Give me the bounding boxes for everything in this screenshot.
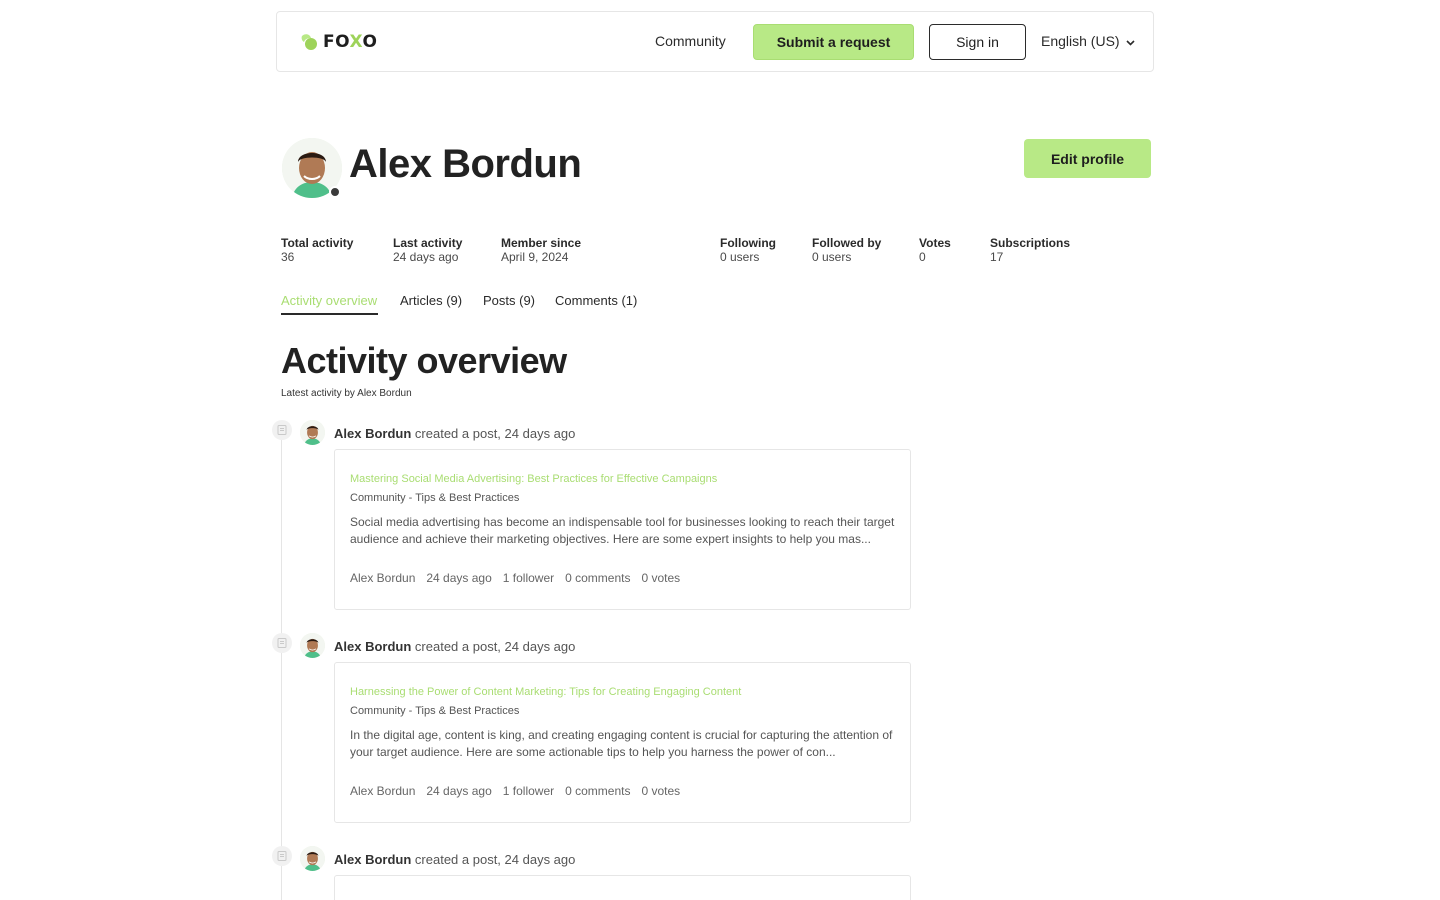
activity-card: Harnessing the Power of Content Marketin…	[334, 662, 911, 823]
active-tab-indicator	[281, 313, 378, 315]
stat-label: Following	[720, 236, 776, 250]
post-author: Alex Bordun	[350, 571, 416, 585]
submit-request-button[interactable]: Submit a request	[753, 24, 914, 60]
document-icon	[272, 633, 292, 653]
activity-card: Mastering Social Media Advertising: Best…	[334, 449, 911, 610]
stat-label: Total activity	[281, 236, 354, 250]
profile-name: Alex Bordun	[349, 142, 582, 186]
tab-comments[interactable]: Comments (1)	[555, 293, 637, 308]
post-followers: 1 follower	[502, 784, 555, 798]
stat-value: 0 users	[720, 250, 760, 264]
activity-author[interactable]: Alex Bordun	[334, 852, 411, 867]
document-icon	[272, 420, 292, 440]
post-category[interactable]: Community - Tips & Best Practices	[350, 492, 519, 504]
activity-action: created a post, 24 days ago	[414, 426, 576, 441]
stat-label: Member since	[501, 236, 582, 250]
stat-value: 0	[919, 250, 926, 264]
timeline-line	[281, 432, 282, 900]
language-selector[interactable]: English (US)	[1041, 33, 1135, 49]
activity-meta: Alex Bordun created a post, 24 days ago	[334, 426, 575, 441]
stat-last-activity: Last activity 24 days ago	[393, 236, 462, 264]
stat-total-activity: Total activity 36	[281, 236, 353, 264]
edit-profile-button[interactable]: Edit profile	[1024, 139, 1151, 178]
stat-label: Subscriptions	[990, 236, 1071, 250]
user-status-icon	[329, 186, 341, 198]
post-followers: 1 follower	[502, 571, 555, 585]
sign-in-button[interactable]: Sign in	[929, 24, 1026, 60]
post-author: Alex Bordun	[350, 784, 416, 798]
activity-card	[334, 875, 911, 900]
avatar[interactable]	[300, 846, 325, 871]
post-time: 24 days ago	[426, 571, 492, 585]
foxo-leaf-icon	[299, 32, 319, 52]
stat-votes: Votes 0	[919, 236, 951, 264]
page-title: Activity overview	[281, 340, 567, 381]
stat-subscriptions: Subscriptions 17	[990, 236, 1070, 264]
stat-followed-by: Followed by 0 users	[812, 236, 881, 264]
stat-value: 17	[990, 250, 1004, 264]
foxo-logo[interactable]: FOXO	[299, 32, 377, 52]
activity-meta: Alex Bordun created a post, 24 days ago	[334, 852, 575, 867]
avatar[interactable]	[300, 633, 325, 658]
stat-label: Last activity	[393, 236, 463, 250]
post-meta: Alex Bordun 24 days ago 1 follower 0 com…	[350, 571, 680, 585]
activity-action: created a post, 24 days ago	[414, 639, 576, 654]
post-excerpt: In the digital age, content is king, and…	[350, 728, 893, 759]
logo-wordmark: FOXO	[323, 32, 378, 52]
language-label: English (US)	[1041, 33, 1120, 49]
post-title-link[interactable]: Mastering Social Media Advertising: Best…	[350, 473, 717, 485]
avatar[interactable]	[300, 420, 325, 445]
activity-meta: Alex Bordun created a post, 24 days ago	[334, 639, 575, 654]
stat-member-since: Member since April 9, 2024	[501, 236, 581, 264]
stat-following: Following 0 users	[720, 236, 776, 264]
tab-posts[interactable]: Posts (9)	[483, 293, 535, 308]
stat-value: April 9, 2024	[501, 250, 569, 264]
nav-community-link[interactable]: Community	[655, 33, 726, 49]
post-time: 24 days ago	[426, 784, 492, 798]
post-votes: 0 votes	[641, 571, 681, 585]
stat-value: 36	[281, 250, 295, 264]
document-icon	[272, 846, 292, 866]
post-comments: 0 comments	[565, 784, 631, 798]
post-excerpt: Social media advertising has become an i…	[350, 515, 895, 546]
post-category[interactable]: Community - Tips & Best Practices	[350, 705, 519, 717]
tab-activity-overview[interactable]: Activity overview	[281, 293, 377, 308]
activity-author[interactable]: Alex Bordun	[334, 426, 411, 441]
chevron-down-icon	[1126, 33, 1135, 49]
tab-articles[interactable]: Articles (9)	[400, 293, 462, 308]
post-comments: 0 comments	[565, 571, 631, 585]
site-header: FOXO Community Submit a request Sign in …	[276, 11, 1154, 72]
activity-action: created a post, 24 days ago	[414, 852, 576, 867]
stat-label: Followed by	[812, 236, 882, 250]
activity-author[interactable]: Alex Bordun	[334, 639, 411, 654]
post-title-link[interactable]: Harnessing the Power of Content Marketin…	[350, 686, 741, 698]
stat-value: 0 users	[812, 250, 852, 264]
stat-label: Votes	[919, 236, 951, 250]
page-subtitle: Latest activity by Alex Bordun	[281, 388, 412, 399]
post-meta: Alex Bordun 24 days ago 1 follower 0 com…	[350, 784, 680, 798]
stat-value: 24 days ago	[393, 250, 459, 264]
post-votes: 0 votes	[641, 784, 681, 798]
